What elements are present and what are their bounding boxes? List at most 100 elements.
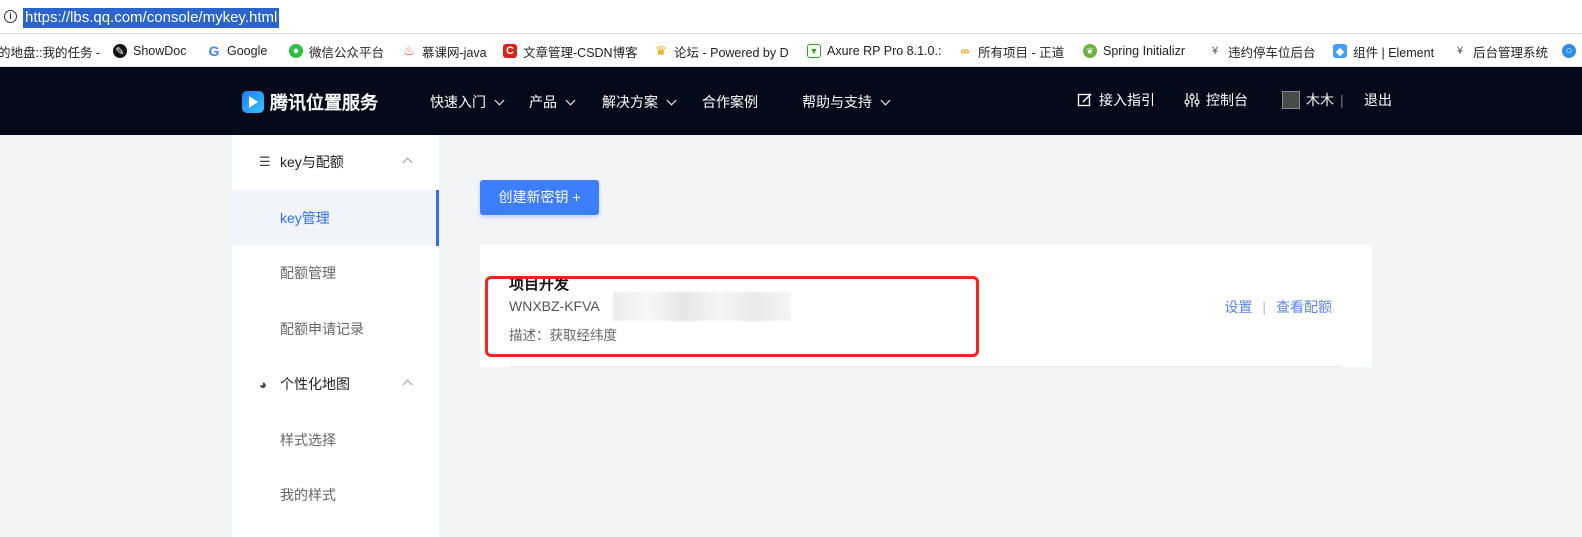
chevron-up-icon [402, 157, 413, 168]
nav-label: 快速入门 [430, 94, 486, 110]
bookmark-item[interactable]: ♨ 慕课网-java [402, 42, 487, 60]
bookmark-item[interactable]: ❦ Spring Initializr [1083, 42, 1185, 60]
sidebar-item-my-styles[interactable]: 我的样式 [232, 467, 439, 523]
bookmark-item[interactable]: ▼ Axure RP Pro 8.1.0.: [807, 42, 941, 60]
axure-icon: ▼ [807, 44, 821, 58]
bookmark-item[interactable]: ∞ 所有项目 - 正道 [958, 42, 1064, 60]
chevron-up-icon [402, 379, 413, 390]
bookmark-label: 的地盘::我的任务 - [0, 45, 101, 60]
bookmark-item[interactable]: C 文章管理-CSDN博客 [503, 42, 638, 60]
bookmarks-bar: 的地盘::我的任务 - ✎ ShowDoc G Google ● 微信公众平台 … [0, 34, 1582, 67]
nav-label: 解决方案 [602, 94, 658, 110]
divider: | [1262, 299, 1266, 315]
key-card: 项目开发 WNXBZ-KFVA 描述：获取经纬度 设置 | 查看配额 [480, 245, 1372, 367]
bookmark-label: 违约停车位后台 [1228, 45, 1316, 60]
nav-products[interactable]: 产品 [529, 92, 576, 112]
bookmark-item[interactable]: G Google [207, 42, 268, 60]
bookmark-item[interactable]: ¥ 后台管理系统 [1453, 42, 1548, 60]
avatar [1282, 91, 1300, 109]
spring-icon: ❦ [1083, 44, 1097, 58]
showdoc-icon: ✎ [113, 44, 127, 58]
sidebar-item-label: 配额管理 [280, 265, 336, 281]
bookmark-item[interactable]: ● 微信公众平台 [289, 42, 384, 60]
tencent-map-logo-icon [242, 91, 264, 113]
nav-cases[interactable]: 合作案例 [702, 92, 758, 112]
create-key-button[interactable]: 创建新密钥 + [480, 180, 599, 215]
brand-name: 腾讯位置服务 [270, 93, 378, 113]
sidebar-group-label: key与配额 [280, 154, 344, 170]
palette-icon: ◕ [259, 376, 267, 392]
bookmark-item[interactable]: ♛ 论坛 - Powered by D [654, 42, 789, 60]
sidebar-item-label: 我的样式 [280, 487, 336, 503]
card-divider [510, 366, 1342, 367]
csdn-icon: C [503, 44, 517, 58]
list-icon: ☰ [259, 154, 271, 169]
settings-link[interactable]: 设置 [1224, 297, 1252, 317]
yen-icon: ¥ [1211, 45, 1219, 57]
url-text[interactable]: https://lbs.qq.com/console/mykey.html [23, 8, 280, 28]
sidebar-item-label: key管理 [280, 210, 330, 226]
wechat-icon: ● [289, 44, 303, 58]
logout-link[interactable]: 退出 [1364, 90, 1392, 110]
bookmark-item[interactable]: ✎ ShowDoc [113, 42, 187, 60]
trophy-icon: ♛ [655, 43, 667, 58]
edit-icon [1077, 93, 1092, 107]
bookmark-label: 论坛 - Powered by D [674, 45, 789, 60]
nav-label: 帮助与支持 [802, 94, 872, 110]
sidebar-group-label: 个性化地图 [280, 376, 350, 392]
bookmark-item[interactable]: ¥ 违约停车位后台 [1208, 42, 1316, 60]
bookmark-label: 文章管理-CSDN博客 [523, 45, 638, 60]
sidebar-item-style-select[interactable]: 样式选择 [232, 412, 439, 468]
nav-quickstart[interactable]: 快速入门 [430, 92, 505, 112]
info-icon[interactable]: i [4, 10, 17, 23]
sliders-icon [1184, 93, 1200, 107]
flame-icon: ♨ [403, 43, 415, 58]
bookmark-label: Google [227, 44, 268, 58]
bookmark-label: 组件 | Element [1353, 45, 1435, 60]
guide-label: 接入指引 [1099, 92, 1155, 108]
sidebar-item-key-management[interactable]: key管理 [232, 190, 439, 246]
address-bar[interactable]: i https://lbs.qq.com/console/mykey.html [0, 0, 1582, 34]
sidebar-group-custom-map[interactable]: ◕ 个性化地图 [232, 364, 439, 404]
bookmark-item[interactable]: ○ [1562, 42, 1576, 60]
brand-logo[interactable]: 腾讯位置服务 [242, 89, 378, 115]
bookmark-label: Spring Initializr [1103, 44, 1185, 58]
sidebar-group-key-quota[interactable]: ☰ key与配额 [232, 142, 439, 182]
bookmark-label: 所有项目 - 正道 [978, 45, 1065, 60]
console-label: 控制台 [1206, 92, 1248, 108]
chevron-down-icon [880, 95, 891, 105]
bookmark-label: 后台管理系统 [1473, 45, 1549, 60]
logout-label: 退出 [1364, 92, 1392, 108]
link-icon: ∞ [960, 44, 970, 58]
yen-icon: ¥ [1456, 45, 1464, 57]
nav-help[interactable]: 帮助与支持 [802, 92, 891, 112]
chevron-down-icon [494, 95, 505, 105]
nav-label: 合作案例 [702, 94, 758, 110]
element-icon: ◆ [1333, 44, 1347, 58]
bookmark-label: Axure RP Pro 8.1.0.: [827, 44, 942, 58]
view-quota-link[interactable]: 查看配额 [1276, 297, 1332, 317]
globe-icon: ○ [1562, 44, 1576, 58]
sidebar-item-quota-requests[interactable]: 配额申请记录 [232, 301, 439, 357]
sidebar-item-quota-management[interactable]: 配额管理 [232, 245, 439, 301]
nav-console[interactable]: 控制台 [1184, 90, 1248, 110]
bookmark-item[interactable]: 的地盘::我的任务 - [0, 42, 100, 60]
nav-solutions[interactable]: 解决方案 [602, 92, 677, 112]
nav-guide[interactable]: 接入指引 [1077, 90, 1155, 110]
user-menu[interactable]: 木木 | [1282, 90, 1344, 110]
username: 木木 [1306, 92, 1334, 108]
chevron-down-icon [565, 95, 576, 105]
annotation-highlight-box [485, 276, 979, 357]
top-nav: 腾讯位置服务 快速入门 产品 解决方案 合作案例 帮助与支持 接入指引 控制台 … [0, 67, 1582, 135]
divider: | [1340, 92, 1344, 108]
bookmark-label: 微信公众平台 [309, 45, 385, 60]
bookmark-label: ShowDoc [133, 44, 187, 58]
sidebar-item-label: 样式选择 [280, 432, 336, 448]
key-card-actions: 设置 | 查看配额 [1224, 297, 1332, 317]
nav-label: 产品 [529, 94, 557, 110]
bookmark-label: 慕课网-java [422, 45, 487, 60]
chevron-down-icon [666, 95, 677, 105]
sidebar-item-label: 配额申请记录 [280, 321, 364, 337]
sidebar: ☰ key与配额 key管理 配额管理 配额申请记录 ◕ 个性化地图 样式选择 … [232, 135, 439, 537]
bookmark-item[interactable]: ◆ 组件 | Element [1333, 42, 1434, 60]
